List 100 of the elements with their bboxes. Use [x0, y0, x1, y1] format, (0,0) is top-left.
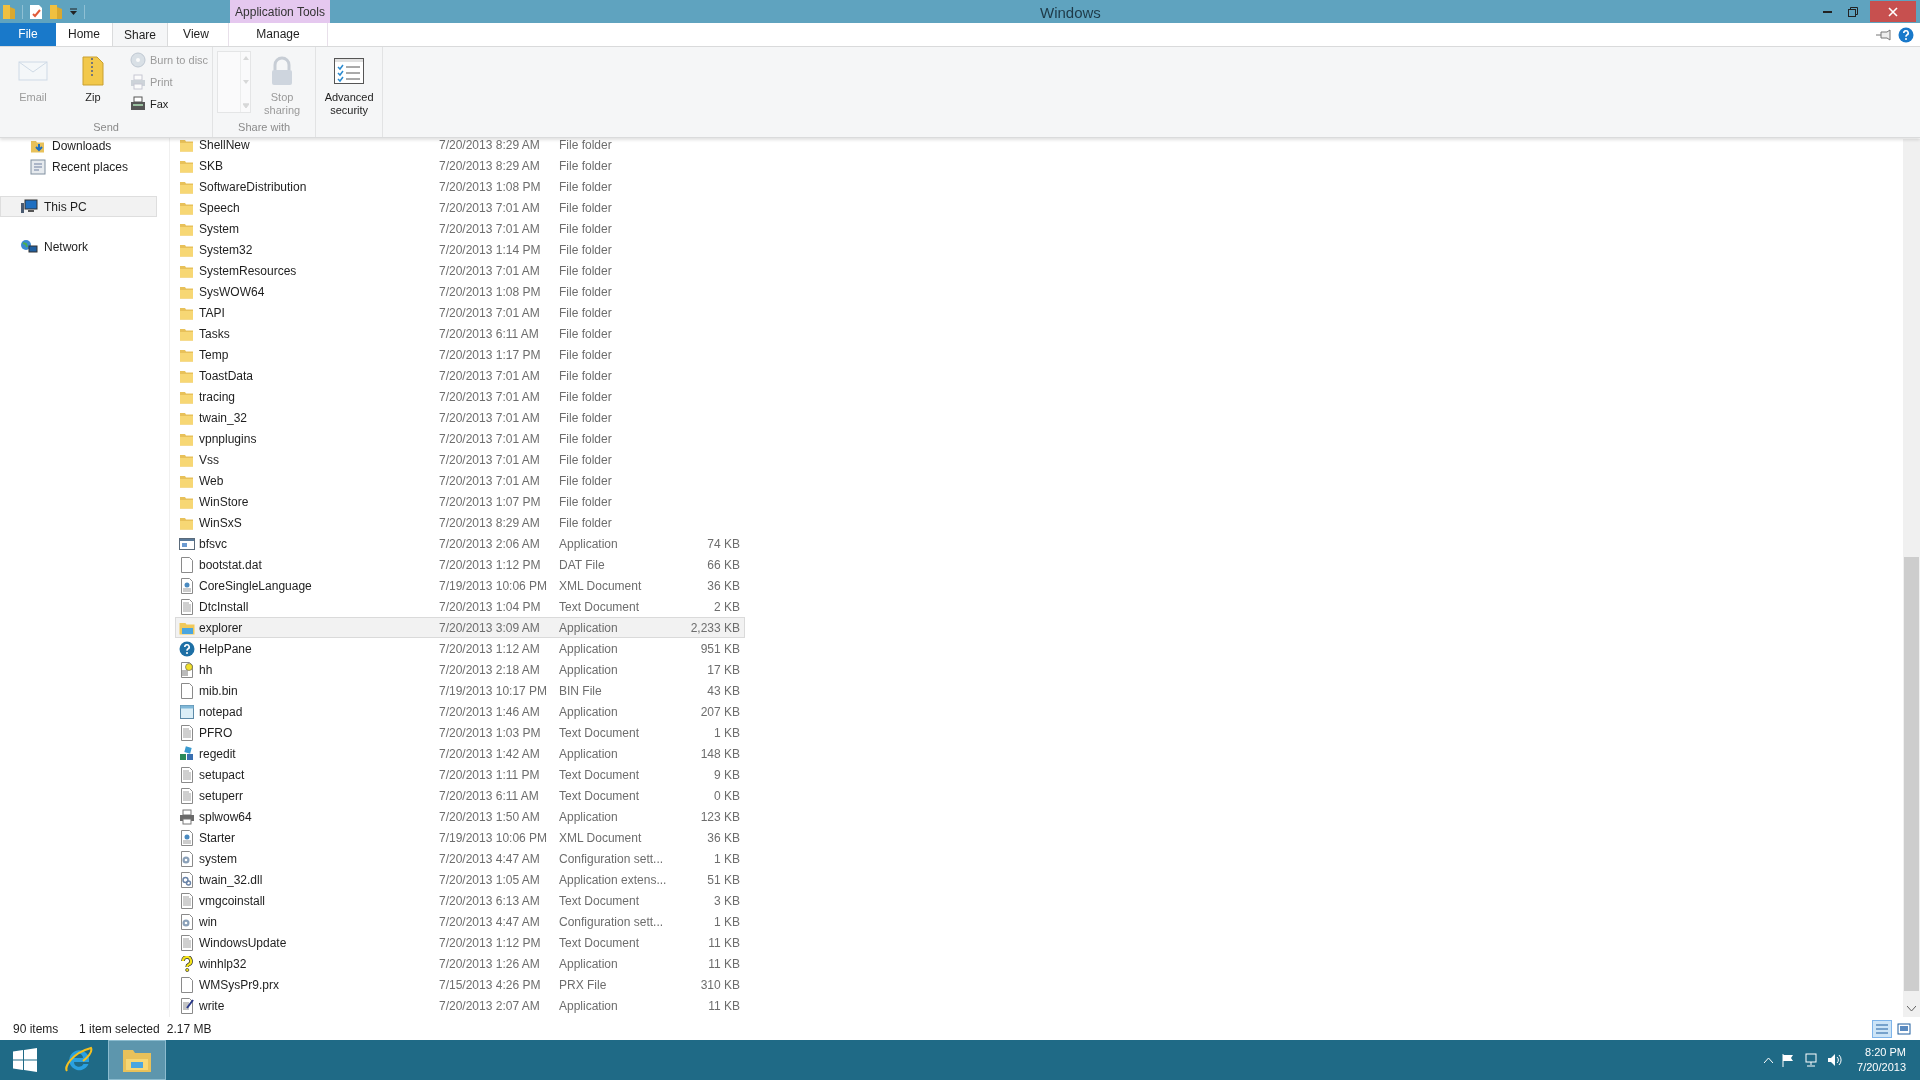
file-name: bfsvc: [198, 535, 228, 553]
file-name: WindowsUpdate: [198, 934, 288, 952]
file-size: 1 KB: [714, 725, 740, 740]
ribbon-tab[interactable]: View: [168, 22, 224, 46]
date-modified: 7/20/2013 8:29 AM: [439, 136, 541, 154]
date-modified: 7/20/2013 7:01 AM: [439, 262, 541, 280]
vertical-scrollbar[interactable]: [1903, 139, 1920, 1017]
clock[interactable]: 8:20 PM 7/20/2013: [1857, 1045, 1906, 1075]
ribbon-small-button[interactable]: Fax: [130, 95, 209, 113]
file-size: 148 KB: [700, 746, 740, 761]
file-row[interactable]: Temp 7/20/2013 1:17 PM File folder: [175, 344, 745, 365]
file-row[interactable]: system 7/20/2013 4:47 AM Configuration sett... 1 KB: [175, 848, 745, 869]
dropdown-caret-icon[interactable]: [69, 7, 78, 16]
file-row[interactable]: Starter 7/19/2013 10:06 PM XML Document 36 KB: [175, 827, 745, 848]
checklist-icon: [333, 55, 366, 87]
file-row[interactable]: System32 7/20/2013 1:14 PM File folder: [175, 239, 745, 260]
file-row[interactable]: regedit 7/20/2013 1:42 AM Application 148 KB: [175, 743, 745, 764]
file-type: Application: [559, 703, 619, 721]
file-name: PFRO: [198, 724, 234, 742]
scrollbar-thumb[interactable]: [1904, 557, 1919, 991]
restore-icon: [1848, 6, 1858, 17]
file-row[interactable]: SysWOW64 7/20/2013 1:08 PM File folder: [175, 281, 745, 302]
file-row[interactable]: win 7/20/2013 4:47 AM Configuration sett... 1 KB: [175, 911, 745, 932]
file-name: setupact: [198, 766, 246, 784]
file-row[interactable]: write 7/20/2013 2:07 AM Application 11 KB: [175, 995, 745, 1016]
file-row[interactable]: setuperr 7/20/2013 6:11 AM Text Document 0 KB: [175, 785, 745, 806]
file-row[interactable]: SoftwareDistribution 7/20/2013 1:08 PM File folder: [175, 176, 745, 197]
file-type: Application: [559, 955, 619, 973]
file-row[interactable]: setupact 7/20/2013 1:11 PM Text Document 9 KB: [175, 764, 745, 785]
file-row[interactable]: Web 7/20/2013 7:01 AM File folder: [175, 470, 745, 491]
file-name: ShellNew: [198, 136, 251, 154]
ribbon-tab[interactable]: Manage: [228, 22, 328, 46]
document-check-icon[interactable]: [29, 3, 43, 20]
file-row[interactable]: mib.bin 7/19/2013 10:17 PM BIN File 43 KB: [175, 680, 745, 701]
details-view-icon[interactable]: [1872, 1019, 1892, 1038]
file-row[interactable]: CoreSingleLanguage 7/19/2013 10:06 PM XML Document 36 KB: [175, 575, 745, 596]
file-row[interactable]: explorer 7/20/2013 3:09 AM Application 2,233 KB: [175, 617, 745, 638]
file-type: Text Document: [559, 766, 641, 784]
ribbon-button[interactable]: Zip: [64, 51, 122, 104]
file-row[interactable]: Speech 7/20/2013 7:01 AM File folder: [175, 197, 745, 218]
file-row[interactable]: SKB 7/20/2013 8:29 AM File folder: [175, 155, 745, 176]
file-row[interactable]: WinStore 7/20/2013 1:07 PM File folder: [175, 491, 745, 512]
ribbon-tab[interactable]: File: [0, 22, 56, 46]
file-type: Application: [559, 535, 619, 553]
help-icon[interactable]: [1898, 26, 1914, 43]
file-type: File folder: [559, 136, 613, 154]
file-row[interactable]: twain_32.dll 7/20/2013 1:05 AM Application extens... 51 KB: [175, 869, 745, 890]
file-row[interactable]: HelpPane 7/20/2013 1:12 AM Application 951 KB: [175, 638, 745, 659]
file-row[interactable]: vpnplugins 7/20/2013 7:01 AM File folder: [175, 428, 745, 449]
nav-item[interactable]: This PC: [0, 196, 157, 217]
taskbar-app-button[interactable]: [108, 1040, 166, 1080]
flag-icon[interactable]: [1781, 1053, 1796, 1067]
file-name: vmgcoinstall: [198, 892, 267, 910]
file-type: Configuration sett...: [559, 850, 665, 868]
disc-icon: [130, 52, 146, 68]
ribbon-tab[interactable]: Home: [56, 22, 112, 46]
file-row[interactable]: tracing 7/20/2013 7:01 AM File folder: [175, 386, 745, 407]
nav-item[interactable]: Downloads: [0, 135, 157, 156]
file-row[interactable]: WindowsUpdate 7/20/2013 1:12 PM Text Document 11 KB: [175, 932, 745, 953]
date-modified: 7/20/2013 7:01 AM: [439, 451, 541, 469]
date-modified: 7/20/2013 4:47 AM: [439, 913, 541, 931]
file-type: File folder: [559, 409, 613, 427]
pin-icon[interactable]: [1876, 28, 1892, 41]
network-globe-icon: [20, 238, 38, 255]
ribbon-button[interactable]: Advanced security: [320, 51, 379, 117]
question-mark-icon: [179, 955, 195, 972]
file-size: 36 KB: [707, 578, 740, 593]
file-row[interactable]: bootstat.dat 7/20/2013 1:12 PM DAT File 66 KB: [175, 554, 745, 575]
file-name: Temp: [198, 346, 230, 364]
file-row[interactable]: System 7/20/2013 7:01 AM File folder: [175, 218, 745, 239]
date-modified: 7/20/2013 1:14 PM: [439, 241, 542, 259]
file-row[interactable]: splwow64 7/20/2013 1:50 AM Application 123 KB: [175, 806, 745, 827]
file-row[interactable]: SystemResources 7/20/2013 7:01 AM File folder: [175, 260, 745, 281]
window-title: Windows: [1040, 3, 1101, 23]
file-row[interactable]: WMSysPr9.prx 7/15/2013 4:26 PM PRX File 310 KB: [175, 974, 745, 995]
file-row[interactable]: DtcInstall 7/20/2013 1:04 PM Text Document 2 KB: [175, 596, 745, 617]
file-row[interactable]: vmgcoinstall 7/20/2013 6:13 AM Text Document 3 KB: [175, 890, 745, 911]
file-row[interactable]: PFRO 7/20/2013 1:03 PM Text Document 1 KB: [175, 722, 745, 743]
file-row[interactable]: notepad 7/20/2013 1:46 AM Application 207 KB: [175, 701, 745, 722]
nav-item[interactable]: Recent places: [0, 156, 157, 177]
file-row[interactable]: WinSxS 7/20/2013 8:29 AM File folder: [175, 512, 745, 533]
file-row[interactable]: Vss 7/20/2013 7:01 AM File folder: [175, 449, 745, 470]
close-button[interactable]: [1870, 1, 1916, 22]
ribbon-tab[interactable]: Share: [112, 22, 168, 46]
file-name: notepad: [198, 703, 244, 721]
file-row[interactable]: ToastData 7/20/2013 7:01 AM File folder: [175, 365, 745, 386]
file-type: Application: [559, 997, 619, 1015]
speaker-icon[interactable]: [1827, 1053, 1844, 1067]
file-type: File folder: [559, 157, 613, 175]
file-row[interactable]: Tasks 7/20/2013 6:11 AM File folder: [175, 323, 745, 344]
file-name: win: [198, 913, 218, 931]
file-row[interactable]: hh 7/20/2013 2:18 AM Application 17 KB: [175, 659, 745, 680]
show-hidden-icons-icon[interactable]: [1764, 1057, 1774, 1063]
network-icon[interactable]: [1803, 1053, 1820, 1067]
file-row[interactable]: winhlp32 7/20/2013 1:26 AM Application 11 KB: [175, 953, 745, 974]
file-row[interactable]: TAPI 7/20/2013 7:01 AM File folder: [175, 302, 745, 323]
file-row[interactable]: twain_32 7/20/2013 7:01 AM File folder: [175, 407, 745, 428]
file-row[interactable]: bfsvc 7/20/2013 2:06 AM Application 74 KB: [175, 533, 745, 554]
file-row[interactable]: ShellNew 7/20/2013 8:29 AM File folder: [175, 134, 745, 155]
nav-item[interactable]: Network: [0, 236, 157, 257]
